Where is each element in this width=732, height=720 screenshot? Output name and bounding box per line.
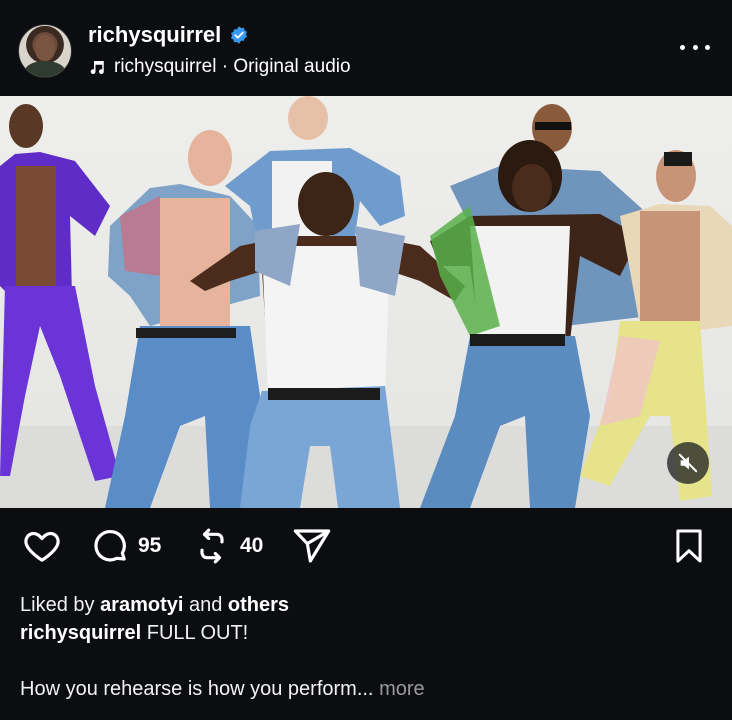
liked-by-middle: and <box>183 594 228 616</box>
username[interactable]: richysquirrel <box>88 22 221 48</box>
music-note-icon <box>90 61 104 75</box>
post-header: richysquirrel richysquirrel · Original a… <box>0 0 732 96</box>
caption-line: richysquirrel FULL OUT! <box>20 619 710 647</box>
avatar-face <box>35 35 55 61</box>
liked-by-line: Liked by aramotyi and others <box>20 591 710 619</box>
reposts-count: 40 <box>240 534 264 557</box>
caption-body-line: How you rehearse is how you perform... m… <box>20 675 710 703</box>
bookmark-icon <box>676 529 702 563</box>
comments-count: 95 <box>138 534 162 557</box>
post-video[interactable] <box>0 96 732 508</box>
username-row: richysquirrel <box>88 22 249 48</box>
save-button[interactable] <box>670 526 708 566</box>
caption-text: FULL OUT! <box>141 622 249 644</box>
action-bar: 95 40 <box>0 526 732 572</box>
dancer-purple <box>0 104 120 481</box>
liked-by-user[interactable]: aramotyi <box>100 594 183 616</box>
liked-by-prefix: Liked by <box>20 594 101 616</box>
speaker-muted-glyph <box>678 453 698 473</box>
more-options-icon[interactable] <box>680 40 710 54</box>
audio-row[interactable]: richysquirrel · Original audio <box>88 56 351 78</box>
dot <box>705 44 710 50</box>
liked-by-others[interactable]: others <box>228 594 289 616</box>
dot <box>680 44 685 50</box>
heart-icon <box>24 531 60 562</box>
audio-separator: · <box>216 56 234 77</box>
caption-author[interactable]: richysquirrel <box>20 622 141 644</box>
share-button[interactable] <box>292 526 332 566</box>
audio-username: richysquirrel <box>114 56 217 77</box>
comment-button[interactable]: 95 <box>90 526 161 566</box>
verified-icon <box>231 26 248 44</box>
avatar-shirt <box>25 61 65 77</box>
comment-icon <box>94 530 126 562</box>
caption-body: How you rehearse is how you perform... <box>20 678 374 700</box>
mute-icon[interactable] <box>667 442 709 484</box>
audio-label: Original audio <box>233 56 351 77</box>
more-link[interactable]: more <box>379 678 425 700</box>
video-frame <box>0 96 732 508</box>
repost-button[interactable]: 40 <box>192 526 263 566</box>
repost-icon <box>200 528 224 564</box>
share-icon <box>293 529 331 563</box>
avatar[interactable] <box>18 24 72 78</box>
like-button[interactable] <box>22 526 62 566</box>
post-caption: Liked by aramotyi and others richysquirr… <box>20 591 710 703</box>
dot <box>692 44 698 50</box>
